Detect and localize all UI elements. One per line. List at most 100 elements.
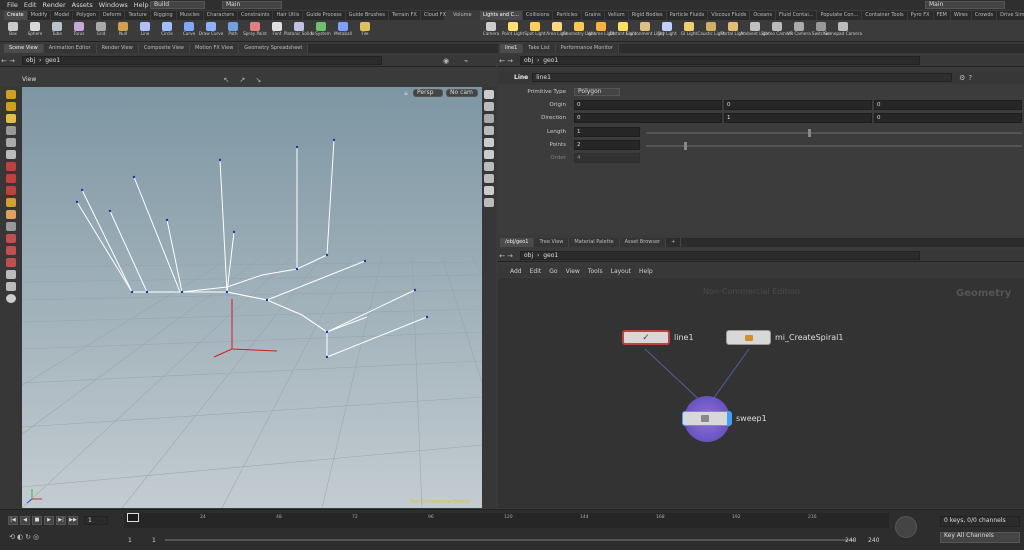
tab-asset-browser[interactable]: Asset Browser [619,238,667,247]
jump-end-button[interactable]: ▶▶ [68,516,78,525]
play-button[interactable]: ▶ [44,516,54,525]
tab-composite-view[interactable]: Composite View [138,44,190,53]
node-create-spiral[interactable]: mi_CreateSpiral1 [726,330,843,345]
tool-grid[interactable]: Grid [90,20,112,42]
tab-geometry-spreadsheet[interactable]: Geometry Spreadsheet [239,44,309,53]
key-wheel-icon[interactable] [895,516,917,538]
point-numbers-icon[interactable] [484,186,494,195]
node-sweep1[interactable]: sweep1 [682,411,767,426]
camera-dropdown[interactable]: No cam [446,89,478,97]
points-icon[interactable] [484,150,494,159]
pin-icon[interactable]: ◉ [442,57,450,65]
brush-icon[interactable] [6,210,16,219]
right-desktop-dropdown[interactable]: Main [925,1,1005,9]
menu-help[interactable]: Help [131,0,152,10]
range-end-2[interactable]: 240 [868,537,879,544]
tool-spot-light[interactable]: Spot Light [524,20,546,42]
length-slider-knob[interactable] [807,129,811,137]
handle-icon[interactable] [6,138,16,147]
uv-icon[interactable] [484,198,494,207]
tab-animation-editor[interactable]: Animation Editor [43,44,97,53]
snap-icon[interactable]: ↘ [254,76,262,84]
select-group-icon[interactable] [6,102,16,111]
display-options-icon[interactable] [484,90,494,99]
shelf-tab-crowds[interactable]: Crowds [972,11,998,20]
help-icon[interactable]: ? [966,74,974,82]
tab-motion-fx-view[interactable]: Motion FX View [190,44,240,53]
tool-camera[interactable]: Camera [480,20,502,42]
sweep-node-icon[interactable] [682,411,732,426]
network-forward-icon[interactable]: → [506,252,514,260]
lock-camera-icon[interactable]: 🔒︎ [402,89,410,97]
param-path-field[interactable]: obj › geo1 [520,56,920,65]
menu-edit[interactable]: Edit [21,0,40,10]
menu-assets[interactable]: Assets [69,0,96,10]
tool-path[interactable]: Path [222,20,244,42]
build-dropdown[interactable]: Build [150,1,205,9]
magnet-icon[interactable] [6,258,16,267]
tool-torus[interactable]: Torus [68,20,90,42]
net-menu-layout[interactable]: Layout [607,268,635,275]
lasso-icon[interactable] [6,114,16,123]
primitive-type-dropdown[interactable]: Polygon [574,88,620,96]
net-menu-view[interactable]: View [562,268,584,275]
lock-icon[interactable] [6,150,16,159]
range-start[interactable]: 1 [128,537,132,544]
display-icon[interactable] [6,294,16,303]
spiral-node-icon[interactable] [726,330,771,345]
shelf-tab-fem[interactable]: FEM [934,11,951,20]
range-slider[interactable] [165,539,855,541]
tool-sky-light[interactable]: Sky Light [656,20,678,42]
persp-dropdown[interactable]: Persp [413,89,443,97]
tool-tube[interactable]: Tube [46,20,68,42]
origin-y-field[interactable]: 0 [724,100,872,110]
gear-icon[interactable]: ⚙ [958,74,966,82]
step-forward-button[interactable]: ▶| [56,516,66,525]
tool-gamepad-camera[interactable]: Gamepad Camera [824,20,862,42]
loop-icon[interactable]: ↻ [24,533,32,541]
menu-render[interactable]: Render [39,0,68,10]
tab-obj-geo1[interactable]: /obj/geo1 [500,238,535,247]
menu-windows[interactable]: Windows [96,0,131,10]
tool-curve[interactable]: Curve [178,20,200,42]
tab-performance-monitor[interactable]: Performance Monitor [555,44,619,53]
tab-tree-view[interactable]: Tree View [534,238,570,247]
tab-take-list[interactable]: Take List [523,44,556,53]
tool-sphere[interactable]: Sphere [24,20,46,42]
desktop-dropdown[interactable]: Main [222,1,282,9]
network-path-field[interactable]: obj › geo1 [520,251,920,260]
shelf-tab-container-tools[interactable]: Container Tools [862,11,908,20]
node-name-field[interactable]: line1 [532,73,953,82]
points-slider[interactable] [646,142,1022,150]
network-view[interactable]: Non-Commercial Edition Geometry ✓ line1 … [498,278,1024,508]
light-icon[interactable] [484,138,494,147]
wireframe-icon[interactable] [484,114,494,123]
direction-y-field[interactable]: 1 [724,113,872,123]
prim-numbers-icon[interactable] [484,174,494,183]
current-frame-field[interactable]: 1 [84,516,108,525]
network-back-icon[interactable]: ← [498,252,506,260]
menu-file[interactable]: File [4,0,21,10]
forward-arrow-icon[interactable]: → [8,57,16,65]
direction-x-field[interactable]: 0 [574,113,722,123]
points-slider-knob[interactable] [683,142,687,150]
audio-icon[interactable]: ◐ [16,533,24,541]
select-tool-icon[interactable] [6,90,16,99]
net-menu-go[interactable]: Go [545,268,561,275]
link-icon[interactable]: ⌁ [462,57,470,65]
tab-line1[interactable]: line1 [500,44,524,53]
pose-icon[interactable] [6,198,16,207]
ghost-icon[interactable] [484,126,494,135]
scale-icon[interactable] [6,186,16,195]
shelf-tab-drive-simula[interactable]: Drive Simula... [997,11,1024,20]
shelf-tab-cloud-fx[interactable]: Cloud FX [421,11,451,20]
playhead[interactable] [127,513,139,522]
node-line1[interactable]: ✓ line1 [622,330,694,345]
normals-icon[interactable] [484,162,494,171]
shelf-tab-volume[interactable]: Volume [450,11,476,20]
length-field[interactable]: 1 [574,127,640,137]
stop-button[interactable]: ■ [32,516,42,525]
shelf-tab-wires[interactable]: Wires [951,11,972,20]
tool-draw-curve[interactable]: Draw Curve [199,20,223,42]
tool-volume-light[interactable]: Volume Light [587,20,615,42]
